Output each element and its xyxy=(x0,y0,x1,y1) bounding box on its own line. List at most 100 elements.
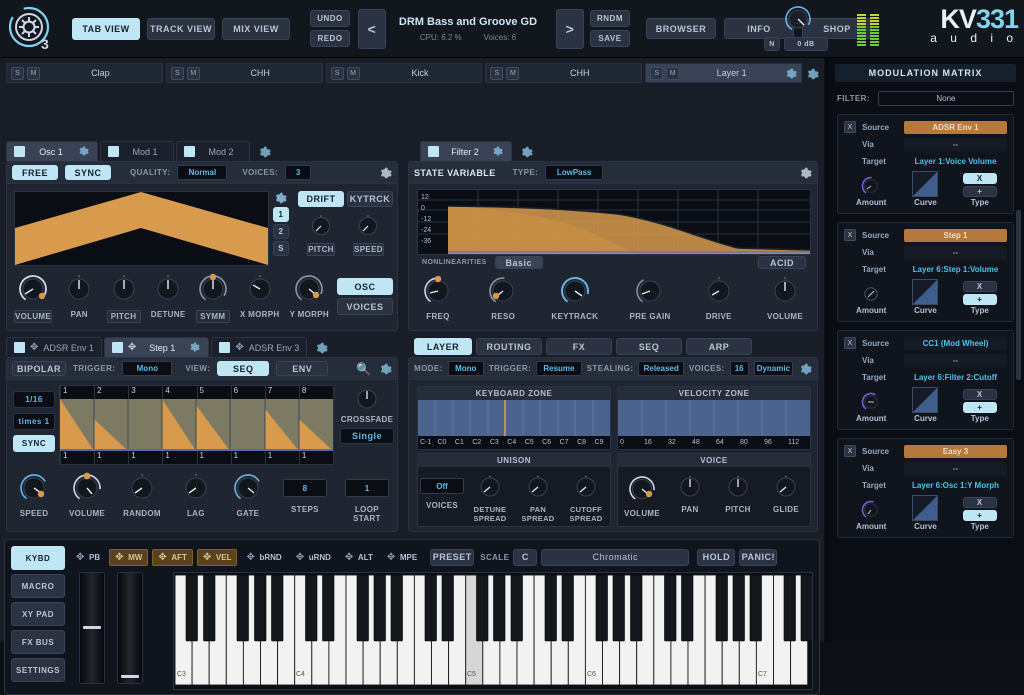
seq-loop-start-field[interactable]: 1 LOOP START xyxy=(345,471,389,523)
solo-button[interactable]: S xyxy=(650,67,663,80)
curve-icon[interactable] xyxy=(912,495,938,521)
mod-type-plus-button[interactable]: + xyxy=(963,186,997,197)
tab-mod-2[interactable]: Mod 2 xyxy=(176,141,250,161)
layer-voices-value[interactable]: 16 xyxy=(730,361,749,376)
drag-handle-icon[interactable]: ✥ xyxy=(115,552,125,562)
track-settings-gear-icon[interactable] xyxy=(805,67,818,80)
gear-icon[interactable] xyxy=(188,341,201,354)
scale-preset-button[interactable]: PRESET xyxy=(430,549,474,566)
piano-keyboard[interactable]: C3 C4 C5 C6 C7 xyxy=(173,572,813,690)
drag-handle-icon[interactable]: ✥ xyxy=(158,552,168,562)
drift-speed-knob[interactable]: SPEED xyxy=(353,213,384,256)
curve-icon[interactable] xyxy=(912,387,938,413)
voices-mode-button[interactable]: VOICES xyxy=(337,298,393,315)
tab-osc-1[interactable]: Osc 1 xyxy=(6,141,98,161)
solo-button[interactable]: S xyxy=(171,67,184,80)
seq-volume-knob[interactable]: VOLUME xyxy=(69,471,105,518)
filter-volume-knob[interactable]: VOLUME xyxy=(767,274,803,321)
seq-gate-knob[interactable]: GATE xyxy=(231,471,265,518)
env-add-gear-icon[interactable] xyxy=(314,341,327,354)
solo-button[interactable]: S xyxy=(11,67,24,80)
unison-voices-field[interactable]: Off VOICES xyxy=(420,473,464,510)
remove-slot-button[interactable]: X xyxy=(844,445,856,457)
master-db-value[interactable]: 0 dB xyxy=(784,37,828,51)
remove-slot-button[interactable]: X xyxy=(844,337,856,349)
mod-target-value[interactable]: Layer 6:Osc 1:Y Morph xyxy=(904,479,1007,492)
tab-filter-2[interactable]: Filter 2 xyxy=(420,141,512,161)
nav-settings[interactable]: SETTINGS xyxy=(11,658,65,682)
osc-symm-knob[interactable]: SYMM xyxy=(196,272,230,323)
randomize-button[interactable]: RNDM xyxy=(590,10,630,27)
voice-volume-knob[interactable]: VOLUME xyxy=(620,473,664,518)
track-row-selected[interactable]: S M Layer 1 xyxy=(645,63,802,83)
track-row[interactable]: S M CHH xyxy=(485,63,642,83)
preset-display[interactable]: DRM Bass and Groove GD CPU: 6.2 % Voices… xyxy=(388,7,548,51)
seq-rate-value[interactable]: 1/16 xyxy=(13,391,55,408)
mod-filter-value[interactable]: None xyxy=(878,91,1014,106)
drag-handle-icon[interactable]: ✥ xyxy=(387,552,397,562)
mod-source-aft[interactable]: ✥ AFT xyxy=(152,549,193,566)
wave-slot-s[interactable]: S xyxy=(273,241,289,256)
hold-button[interactable]: HOLD xyxy=(697,549,735,566)
gear-icon[interactable] xyxy=(784,67,797,80)
mute-button[interactable]: M xyxy=(347,67,360,80)
solo-button[interactable]: S xyxy=(331,67,344,80)
wave-slot-2[interactable]: 2 xyxy=(273,224,289,239)
voice-pitch-knob[interactable]: PITCH xyxy=(716,473,760,514)
tab-view-button[interactable]: TAB VIEW xyxy=(72,18,140,40)
voice-pan-knob[interactable]: PAN xyxy=(668,473,712,514)
unison-detune-spread-knob[interactable]: DETUNE SPREAD xyxy=(468,473,512,523)
voice-glide-knob[interactable]: GLIDE xyxy=(764,473,808,514)
loop-start-value[interactable]: 1 xyxy=(345,479,389,497)
mod-source-brnd[interactable]: ✥ bRND xyxy=(241,549,286,566)
osc-y-morph-knob[interactable]: Y MORPH xyxy=(290,272,329,323)
next-preset-button[interactable]: > xyxy=(556,9,584,49)
osc-free-button[interactable]: FREE xyxy=(12,165,58,180)
mod-source-value[interactable]: ADSR Env 1 xyxy=(904,121,1007,134)
keyboard-zone-range[interactable] xyxy=(418,400,610,436)
tab-mod-1[interactable]: Mod 1 xyxy=(100,141,174,161)
track-row[interactable]: S M CHH xyxy=(166,63,323,83)
filter-type-value[interactable]: LowPass xyxy=(545,165,603,180)
seq-view-env-button[interactable]: ENV xyxy=(276,361,328,376)
curve-icon[interactable] xyxy=(912,279,938,305)
acid-button[interactable]: ACID xyxy=(758,256,806,269)
track-view-button[interactable]: TRACK VIEW xyxy=(147,18,215,40)
seq-steps-field[interactable]: 8 STEPS xyxy=(283,471,327,514)
scale-type-value[interactable]: Chromatic xyxy=(541,549,689,566)
drift-button[interactable]: DRIFT xyxy=(298,191,344,207)
velocity-zone-range[interactable] xyxy=(618,400,810,436)
nav-macro[interactable]: MACRO xyxy=(11,574,65,598)
seq-view-seq-button[interactable]: SEQ xyxy=(217,361,269,376)
osc-volume-knob[interactable]: VOLUME xyxy=(14,272,52,323)
mod2-enable-toggle[interactable] xyxy=(184,146,195,157)
nav-fx-bus[interactable]: FX BUS xyxy=(11,630,65,654)
curve-icon[interactable] xyxy=(912,171,938,197)
layer-dynamic-value[interactable]: Dynamic xyxy=(754,361,793,376)
master-normalize-button[interactable]: N xyxy=(764,37,780,51)
layer-stealing-value[interactable]: Released xyxy=(638,361,684,376)
mod1-enable-toggle[interactable] xyxy=(108,146,119,157)
adsr3-enable-toggle[interactable] xyxy=(219,342,230,353)
filter-freq-knob[interactable]: FREQ xyxy=(421,274,455,321)
mod-amount-knob[interactable] xyxy=(847,175,895,197)
unison-voices-value[interactable]: Off xyxy=(420,478,464,494)
mod-type-x-button[interactable]: X xyxy=(963,281,997,292)
kytrck-button[interactable]: KYTRCK xyxy=(347,191,393,207)
tab-routing[interactable]: ROUTING xyxy=(476,338,542,355)
keyboard-zone-widget[interactable]: KEYBOARD ZONE xyxy=(417,386,611,450)
seq-lag-knob[interactable]: LAG xyxy=(179,471,213,518)
mod-matrix-scrollbar[interactable] xyxy=(1016,210,1021,380)
mute-button[interactable]: M xyxy=(666,67,679,80)
velocity-zone-widget[interactable]: VELOCITY ZONE 0 16 32 xyxy=(617,386,811,450)
nav-kybd[interactable]: KYBD xyxy=(11,546,65,570)
gear-icon[interactable] xyxy=(77,145,90,158)
seq-times-value[interactable]: times 1 xyxy=(13,413,55,430)
scale-key-value[interactable]: C xyxy=(513,549,537,566)
drag-handle-icon[interactable]: ✥ xyxy=(246,552,256,562)
filter-keytrack-knob[interactable]: KEYTRACK xyxy=(551,274,598,321)
seq-trigger-value[interactable]: Mono xyxy=(122,361,172,376)
steps-value[interactable]: 8 xyxy=(283,479,327,497)
osc-pitch-knob[interactable]: PITCH xyxy=(107,272,141,323)
mod-source-value[interactable]: CC1 (Mod Wheel) xyxy=(904,337,1007,350)
